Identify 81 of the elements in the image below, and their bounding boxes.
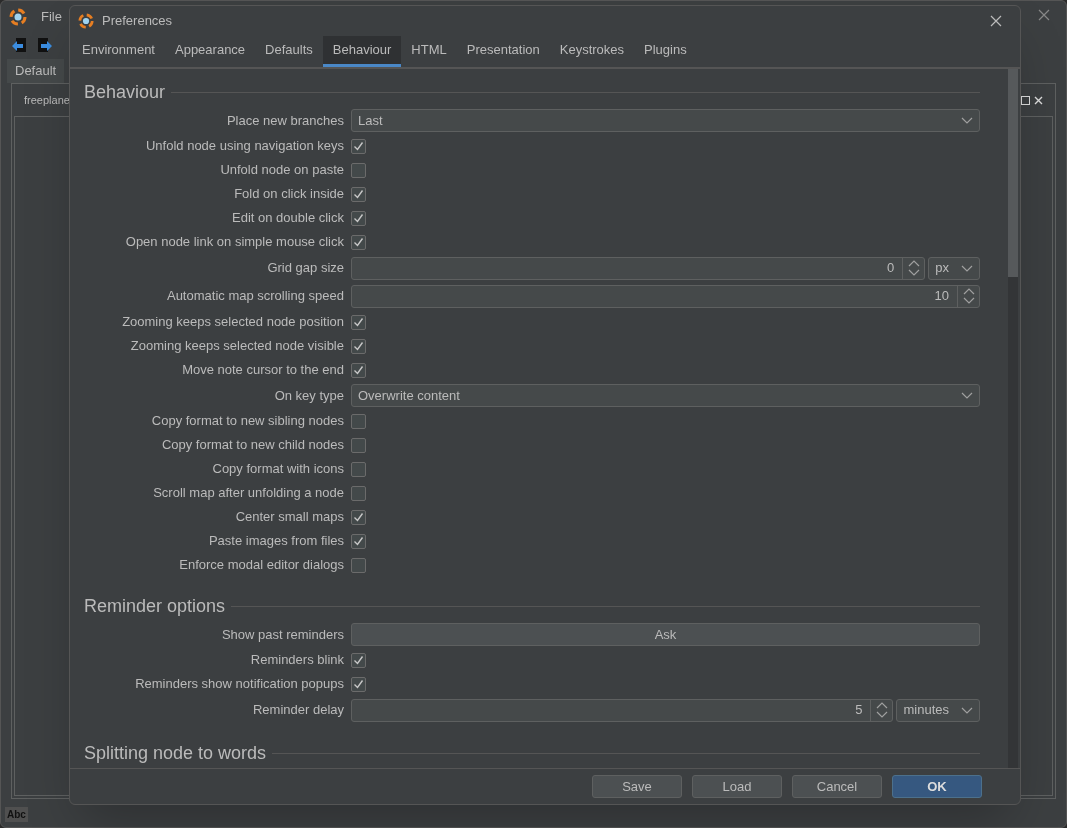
setting-label: Open node link on simple mouse click [124, 233, 344, 252]
chevron-down-icon [961, 264, 973, 272]
checkbox[interactable] [351, 557, 366, 573]
dropdown[interactable]: Last [351, 109, 980, 132]
ask-button[interactable]: Ask [351, 623, 980, 646]
checkbox[interactable] [351, 162, 366, 178]
menu-item[interactable]: File [41, 7, 62, 27]
setting-label: Unfold node using navigation keys [144, 137, 344, 156]
checkbox[interactable] [351, 437, 366, 453]
checkbox[interactable] [351, 186, 366, 202]
tab[interactable]: Appearance [165, 36, 256, 67]
setting-label: Zooming keeps selected node visible [129, 337, 344, 356]
checkbox[interactable] [351, 413, 366, 429]
tab[interactable]: Keystrokes [549, 36, 635, 67]
checkbox[interactable] [351, 338, 366, 354]
setting-label: Automatic map scrolling speed [165, 287, 344, 306]
tab[interactable]: HTML [401, 36, 457, 67]
setting-label: Reminders blink [249, 651, 344, 670]
chevron-down-icon [961, 392, 973, 399]
chevron-down-icon [961, 706, 973, 714]
scrollbar[interactable] [1008, 69, 1018, 768]
setting-label: Paste images from files [207, 532, 344, 551]
dialog-title: Preferences [102, 12, 174, 31]
unit-dropdown[interactable]: minutes [896, 698, 980, 722]
setting-label: Copy format with icons [211, 460, 344, 479]
tab[interactable]: Plugins [634, 36, 697, 67]
checkbox[interactable] [351, 461, 366, 477]
setting-label: Show past reminders [220, 625, 344, 644]
checkbox[interactable] [351, 485, 366, 501]
app-logo-icon [78, 13, 94, 29]
setting-label: Move note cursor to the end [181, 361, 344, 380]
setting-label: Place new branches [225, 111, 344, 130]
checkbox[interactable] [351, 676, 366, 692]
setting-label: Reminders show notification popups [134, 675, 344, 694]
checkbox[interactable] [351, 234, 366, 250]
chevron-down-icon [961, 117, 973, 124]
tab[interactable]: Defaults [255, 36, 323, 67]
setting-label: Reminder delay [251, 701, 344, 720]
checkbox[interactable] [351, 314, 366, 330]
checkbox[interactable] [351, 362, 366, 378]
checkbox[interactable] [351, 652, 366, 668]
maximize-icon[interactable] [1021, 95, 1030, 105]
checkbox[interactable] [351, 509, 366, 525]
setting-label: Grid gap size [266, 259, 344, 278]
checkbox[interactable] [351, 210, 366, 226]
map-tab[interactable]: freeplane [24, 91, 70, 109]
spinner-arrows-icon [907, 260, 920, 276]
tab[interactable]: Presentation [456, 36, 550, 67]
section-heading: Reminder options [84, 595, 226, 617]
forward-icon[interactable] [35, 36, 53, 54]
setting-label: Copy format to new child nodes [160, 436, 344, 455]
setting-label: Enforce modal editor dialogs [178, 556, 344, 575]
setting-label: Center small maps [234, 508, 344, 527]
number-field[interactable]: 0 [351, 256, 926, 280]
setting-label: Edit on double click [231, 209, 344, 228]
checkbox[interactable] [351, 138, 366, 154]
dialog-button[interactable]: Save [592, 775, 682, 798]
setting-label: Zooming keeps selected node position [121, 313, 344, 332]
tab[interactable]: Environment [72, 36, 165, 67]
setting-label: Scroll map after unfolding a node [152, 484, 344, 503]
spinner-arrows-icon [875, 702, 888, 718]
close-icon[interactable] [990, 15, 1002, 27]
section-heading: Behaviour [84, 81, 166, 103]
setting-label: Fold on click inside [233, 185, 344, 204]
number-field[interactable]: 5 [351, 698, 894, 722]
number-field[interactable]: 10 [351, 284, 980, 308]
unit-dropdown[interactable]: px [928, 256, 980, 280]
app-logo-icon [9, 8, 27, 26]
dialog-button[interactable]: Load [692, 775, 782, 798]
spinner-arrows-icon [962, 288, 975, 304]
dialog-button[interactable]: OK [892, 775, 982, 798]
dropdown[interactable]: Overwrite content [351, 384, 980, 407]
back-icon[interactable] [11, 36, 29, 54]
setting-label: On key type [273, 386, 344, 405]
checkbox[interactable] [351, 533, 366, 549]
dialog-button[interactable]: Cancel [792, 775, 882, 798]
section-heading: Splitting node to words [84, 742, 267, 764]
document-tab[interactable]: Default [7, 59, 65, 83]
setting-label: Unfold node on paste [219, 161, 344, 180]
tab[interactable]: Behaviour [322, 36, 402, 67]
setting-label: Copy format to new sibling nodes [150, 412, 344, 431]
